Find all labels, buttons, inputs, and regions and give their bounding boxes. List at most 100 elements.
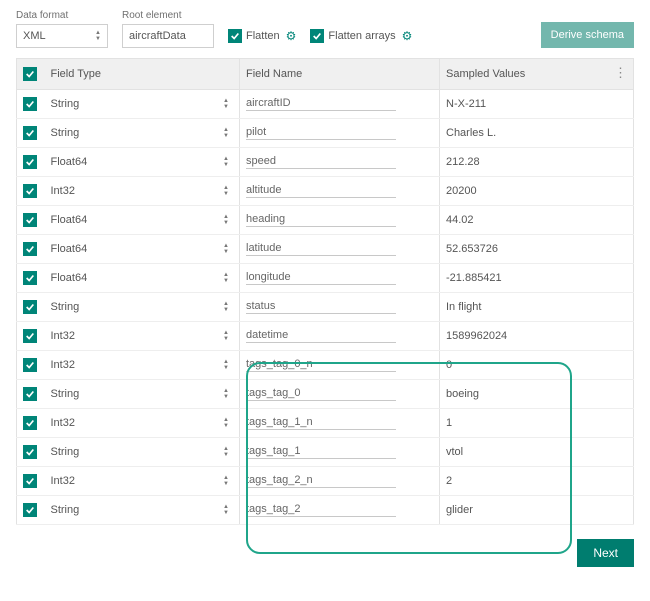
field-name[interactable]: status [246, 300, 396, 314]
updown-icon: ▲▼ [95, 30, 101, 42]
row-checkbox[interactable] [23, 300, 37, 314]
table-row: Int32 ▲▼ tags_tag_1_n 1 [17, 409, 634, 438]
updown-icon[interactable]: ▲▼ [223, 475, 229, 487]
table-row: String ▲▼ pilot Charles L. [17, 119, 634, 148]
row-checkbox[interactable] [23, 503, 37, 517]
flatten-checkbox[interactable] [228, 29, 242, 43]
updown-icon[interactable]: ▲▼ [223, 243, 229, 255]
flatten-arrays-label: Flatten arrays [328, 30, 395, 42]
field-name[interactable]: heading [246, 213, 396, 227]
table-row: Int32 ▲▼ tags_tag_0_n 0 [17, 351, 634, 380]
sampled-value: 212.28 [446, 156, 480, 168]
sampled-value: boeing [446, 388, 479, 400]
row-checkbox[interactable] [23, 126, 37, 140]
updown-icon[interactable]: ▲▼ [223, 417, 229, 429]
sampled-value: 1589962024 [446, 330, 507, 342]
table-row: Float64 ▲▼ speed 212.28 [17, 148, 634, 177]
flatten-arrays-checkbox[interactable] [310, 29, 324, 43]
field-type: Float64 [51, 243, 88, 255]
derive-schema-button[interactable]: Derive schema [541, 22, 634, 48]
field-type: Int32 [51, 359, 75, 371]
field-type: Float64 [51, 156, 88, 168]
sampled-value: 20200 [446, 185, 477, 197]
row-checkbox[interactable] [23, 445, 37, 459]
updown-icon[interactable]: ▲▼ [223, 330, 229, 342]
table-row: Int32▲▼tags_tag_2_n2 [17, 467, 634, 496]
table-row: Float64 ▲▼ longitude -21.885421 [17, 264, 634, 293]
gear-icon[interactable]: ⚙ [286, 29, 297, 43]
table-row: String▲▼tags_tag_2glider [17, 496, 634, 525]
field-type: Float64 [51, 272, 88, 284]
select-all-checkbox[interactable] [23, 67, 37, 81]
field-name[interactable]: altitude [246, 184, 396, 198]
sampled-value: 0 [446, 359, 452, 371]
gear-icon[interactable]: ⚙ [402, 29, 413, 43]
field-type: String [51, 301, 80, 313]
field-type: String [51, 388, 80, 400]
field-name[interactable]: tags_tag_0 [246, 387, 396, 401]
row-checkbox[interactable] [23, 358, 37, 372]
table-row: String▲▼statusIn flight [17, 293, 634, 322]
field-name[interactable]: tags_tag_1 [246, 445, 396, 459]
field-name[interactable]: latitude [246, 242, 396, 256]
row-checkbox[interactable] [23, 242, 37, 256]
sampled-value: Charles L. [446, 127, 496, 139]
field-name[interactable]: speed [246, 155, 396, 169]
updown-icon[interactable]: ▲▼ [223, 272, 229, 284]
field-name[interactable]: aircraftID [246, 97, 396, 111]
row-checkbox[interactable] [23, 213, 37, 227]
root-element-value: aircraftData [129, 30, 186, 42]
header-field-name[interactable]: Field Name [240, 59, 440, 90]
field-name[interactable]: tags_tag_2_n [246, 474, 396, 488]
sampled-value: N-X-211 [446, 98, 486, 110]
updown-icon[interactable]: ▲▼ [223, 388, 229, 400]
row-checkbox[interactable] [23, 387, 37, 401]
root-element-input[interactable]: aircraftData [122, 24, 214, 48]
sampled-value: 52.653726 [446, 243, 498, 255]
table-row: Int32 ▲▼ altitude 20200 [17, 177, 634, 206]
sampled-value: vtol [446, 446, 463, 458]
row-checkbox[interactable] [23, 416, 37, 430]
sampled-value: 1 [446, 417, 452, 429]
field-name[interactable]: longitude [246, 271, 396, 285]
row-checkbox[interactable] [23, 155, 37, 169]
updown-icon[interactable]: ▲▼ [223, 359, 229, 371]
updown-icon[interactable]: ▲▼ [223, 301, 229, 313]
field-type: Int32 [51, 185, 75, 197]
updown-icon[interactable]: ▲▼ [223, 127, 229, 139]
field-name[interactable]: tags_tag_1_n [246, 416, 396, 430]
field-name[interactable]: datetime [246, 329, 396, 343]
root-element-label: Root element [122, 10, 214, 21]
updown-icon[interactable]: ▲▼ [223, 98, 229, 110]
row-checkbox[interactable] [23, 97, 37, 111]
row-checkbox[interactable] [23, 474, 37, 488]
table-row: Int32 ▲▼ datetime 1589962024 [17, 322, 634, 351]
kebab-menu-icon[interactable]: ⋮ [614, 65, 627, 80]
field-type: String [51, 446, 80, 458]
data-format-select[interactable]: XML ▲▼ [16, 24, 108, 48]
updown-icon[interactable]: ▲▼ [223, 214, 229, 226]
row-checkbox[interactable] [23, 184, 37, 198]
field-type: Int32 [51, 417, 75, 429]
field-name[interactable]: tags_tag_2 [246, 503, 396, 517]
row-checkbox[interactable] [23, 329, 37, 343]
field-type: String [51, 127, 80, 139]
data-format-label: Data format [16, 10, 108, 21]
table-row: Float64▲▼heading44.02 [17, 206, 634, 235]
table-row: String▲▼aircraftIDN-X-211 [17, 90, 634, 119]
updown-icon[interactable]: ▲▼ [223, 185, 229, 197]
header-field-type[interactable]: Field Type [45, 59, 240, 90]
row-checkbox[interactable] [23, 271, 37, 285]
next-button[interactable]: Next [577, 539, 634, 567]
updown-icon[interactable]: ▲▼ [223, 446, 229, 458]
schema-table: Field Type Field Name Sampled Values ⋮ S… [16, 58, 634, 525]
sampled-value: -21.885421 [446, 272, 502, 284]
data-format-value: XML [23, 30, 46, 42]
updown-icon[interactable]: ▲▼ [223, 504, 229, 516]
updown-icon[interactable]: ▲▼ [223, 156, 229, 168]
sampled-value: 2 [446, 475, 452, 487]
field-name[interactable]: pilot [246, 126, 396, 140]
field-type: Int32 [51, 330, 75, 342]
header-sampled-values[interactable]: Sampled Values [440, 59, 609, 90]
field-name[interactable]: tags_tag_0_n [246, 358, 396, 372]
